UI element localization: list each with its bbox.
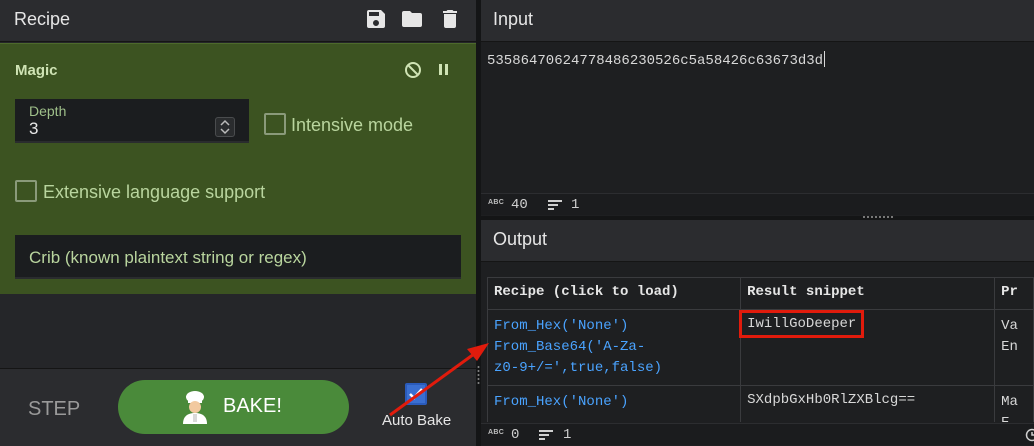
depth-field[interactable]: Depth 3 [15, 99, 249, 143]
input-header: Input [481, 0, 1034, 42]
header-properties: Pr [994, 277, 1034, 310]
text-caret [824, 51, 826, 67]
magic-results-table: Recipe (click to load) Result snippet Pr… [486, 277, 1034, 422]
recipe-panel: Recipe Magic Depth 3 Intensive mode Exte… [0, 0, 476, 446]
input-title: Input [493, 9, 534, 29]
bake-label: BAKE! [223, 395, 282, 417]
recipe-link[interactable]: From_Hex('None') [494, 392, 734, 413]
magic-operation: Magic Depth 3 Intensive mode Extensive l… [0, 43, 476, 294]
spinner-icon[interactable] [215, 117, 235, 137]
input-char-count: 40 [511, 197, 528, 213]
input-textarea[interactable]: 53586470624778486230526c5a58426c63673d3d [481, 43, 1034, 193]
io-panel: Input 53586470624778486230526c5a58426c63… [481, 0, 1034, 446]
recipe-title: Recipe [14, 9, 71, 29]
folder-icon[interactable] [400, 7, 424, 31]
intensive-mode-label: Intensive mode [291, 115, 414, 135]
crib-input[interactable]: Crib (known plaintext string or regex) [15, 235, 461, 279]
horizontal-grip-icon[interactable] [862, 215, 896, 219]
output-line-count: 1 [563, 427, 572, 443]
recipe-cell[interactable]: From_Hex('None') From_Base64('A-Za- z0-9… [486, 309, 742, 386]
properties-cell: Ma E [994, 385, 1034, 422]
property-text: Va [1001, 318, 1018, 334]
recipe-link[interactable]: z0-9+/=',true,false) [494, 358, 734, 379]
result-snippet: SXdpbGxHb0RlZXBlcg== [747, 392, 916, 408]
splitter-grip-icon[interactable] [477, 365, 480, 385]
input-value: 53586470624778486230526c5a58426c63673d3d [487, 53, 824, 69]
output-status-bar: ABC 0 1 [481, 423, 1034, 445]
input-line-count: 1 [571, 197, 580, 213]
header-recipe: Recipe (click to load) [486, 277, 742, 310]
bake-button[interactable]: BAKE! [118, 380, 349, 434]
crib-placeholder: Crib (known plaintext string or regex) [29, 248, 307, 267]
line-count-icon [548, 200, 562, 210]
snippet-cell: SXdpbGxHb0RlZXBlcg== [740, 385, 996, 422]
output-area: Recipe (click to load) Result snippet Pr… [481, 262, 1034, 422]
recipe-header: Recipe [0, 0, 476, 42]
input-text[interactable]: 53586470624778486230526c5a58426c63673d3d [487, 51, 826, 69]
char-count-icon: ABC [488, 199, 505, 206]
input-status-bar: ABC 40 1 [481, 193, 1034, 215]
table-header-row: Recipe (click to load) Result snippet Pr [486, 277, 1034, 310]
step-button[interactable]: STEP [28, 398, 80, 421]
recipe-link[interactable]: From_Base64('A-Za- [494, 337, 734, 358]
intensive-mode-checkbox[interactable] [264, 113, 286, 135]
output-title: Output [493, 229, 548, 249]
depth-value[interactable]: 3 [29, 119, 38, 139]
header-snippet: Result snippet [740, 277, 996, 310]
recipe-cell[interactable]: From_Hex('None') [486, 385, 742, 422]
auto-bake-label: Auto Bake [382, 412, 452, 429]
disable-icon[interactable] [403, 60, 423, 80]
output-header: Output [481, 220, 1034, 262]
bake-bar: STEP BAKE! Auto Bake [0, 368, 476, 446]
extensive-language-checkbox[interactable] [15, 180, 37, 202]
highlighted-snippet: IwillGoDeeper [739, 310, 865, 338]
extensive-language-label: Extensive language support [43, 182, 266, 202]
property-text: En [1001, 339, 1018, 355]
property-text: E [1001, 413, 1027, 422]
pause-icon[interactable] [434, 60, 454, 80]
property-text: Ma [1001, 394, 1018, 410]
save-icon[interactable] [364, 7, 388, 31]
char-count-icon: ABC [488, 429, 505, 436]
table-row: From_Hex('None') SXdpbGxHb0RlZXBlcg== Ma… [486, 385, 1034, 422]
operation-name: Magic [15, 62, 58, 79]
depth-label: Depth [29, 103, 67, 119]
properties-cell: Va En [994, 309, 1034, 386]
table-row: From_Hex('None') From_Base64('A-Za- z0-9… [486, 309, 1034, 386]
output-char-count: 0 [511, 427, 520, 443]
time-icon [1025, 428, 1034, 442]
recipe-link[interactable]: From_Hex('None') [494, 316, 734, 337]
auto-bake-checkbox[interactable] [405, 383, 427, 405]
line-count-icon [539, 430, 553, 440]
trash-icon[interactable] [438, 7, 462, 31]
snippet-cell: IwillGoDeeper [739, 309, 996, 386]
chef-icon [178, 390, 212, 424]
